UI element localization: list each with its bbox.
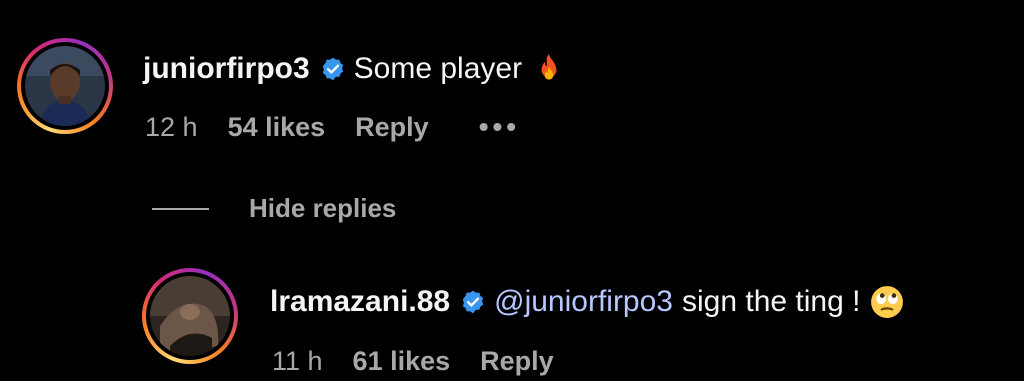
reply-username[interactable]: lramazani.88	[270, 284, 450, 320]
hide-replies-label: Hide replies	[249, 193, 397, 223]
comment-meta: 12 h 54 likes Reply •••	[145, 111, 520, 143]
reply-meta: 11 h 61 likes Reply	[272, 345, 604, 377]
reply-text: sign the ting !	[681, 285, 861, 318]
divider	[152, 207, 209, 210]
more-options-icon[interactable]: •••	[479, 111, 520, 143]
eye-roll-emoji-icon	[870, 285, 904, 319]
hide-replies-button[interactable]: Hide replies	[152, 193, 396, 224]
verified-badge-icon	[460, 289, 486, 315]
reply-button[interactable]: Reply	[355, 111, 429, 143]
reply-likes[interactable]: 61 likes	[353, 345, 451, 377]
comment-likes[interactable]: 54 likes	[228, 111, 326, 143]
verified-badge-icon	[320, 56, 346, 82]
reply-time[interactable]: 11 h	[272, 345, 323, 377]
fire-emoji-icon	[532, 52, 566, 86]
avatar[interactable]	[17, 38, 113, 134]
mention-link[interactable]: @juniorfirpo3	[494, 284, 673, 320]
reply-avatar[interactable]	[142, 268, 238, 364]
comment-time[interactable]: 12 h	[145, 111, 198, 143]
comment-line: juniorfirpo3 Some player	[143, 51, 566, 87]
comment-text: Some player	[353, 52, 523, 85]
comment-username[interactable]: juniorfirpo3	[143, 51, 310, 87]
reply-line: lramazani.88 @juniorfirpo3 sign the ting…	[270, 284, 904, 320]
reply-button[interactable]: Reply	[480, 345, 554, 377]
